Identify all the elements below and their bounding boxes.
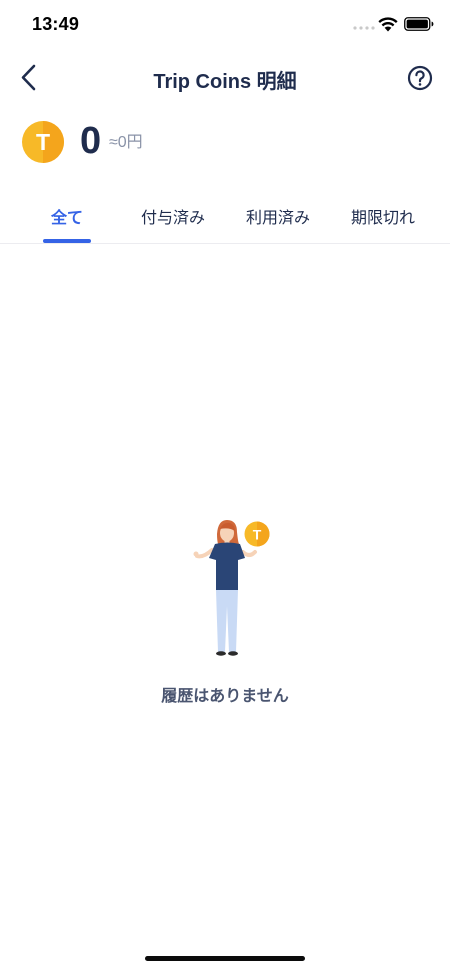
person-with-coin-illustration: T	[193, 520, 270, 656]
filter-tabs: 全て 付与済み 利用済み 期限切れ	[0, 190, 450, 244]
coin-letter: T	[36, 129, 50, 155]
trip-coin-icon: T	[22, 121, 64, 163]
coin-balance: T 0 ≈0円	[0, 118, 450, 168]
tab-used[interactable]: 利用済み	[237, 204, 319, 244]
help-button[interactable]	[407, 65, 433, 91]
empty-state-message: 履歴はありません	[161, 688, 289, 705]
tab-all[interactable]: 全て	[36, 204, 98, 244]
cellular-signal-icon	[353, 26, 375, 30]
tab-granted[interactable]: 付与済み	[132, 204, 214, 244]
active-tab-indicator	[43, 239, 91, 243]
status-bar: 13:49	[0, 0, 450, 52]
nav-bar: Trip Coins 明細	[0, 52, 450, 104]
page-title: Trip Coins 明細	[153, 71, 297, 93]
wifi-icon	[378, 17, 398, 32]
status-time: 13:49	[32, 14, 80, 34]
question-circle-icon	[407, 65, 433, 91]
battery-icon	[404, 17, 434, 31]
home-indicator[interactable]	[145, 956, 305, 961]
yen-equivalent: ≈0円	[109, 134, 143, 151]
illustration-coin-letter: T	[253, 527, 262, 543]
tab-expired[interactable]: 期限切れ	[342, 204, 424, 244]
coin-balance-amount: 0	[80, 120, 102, 162]
